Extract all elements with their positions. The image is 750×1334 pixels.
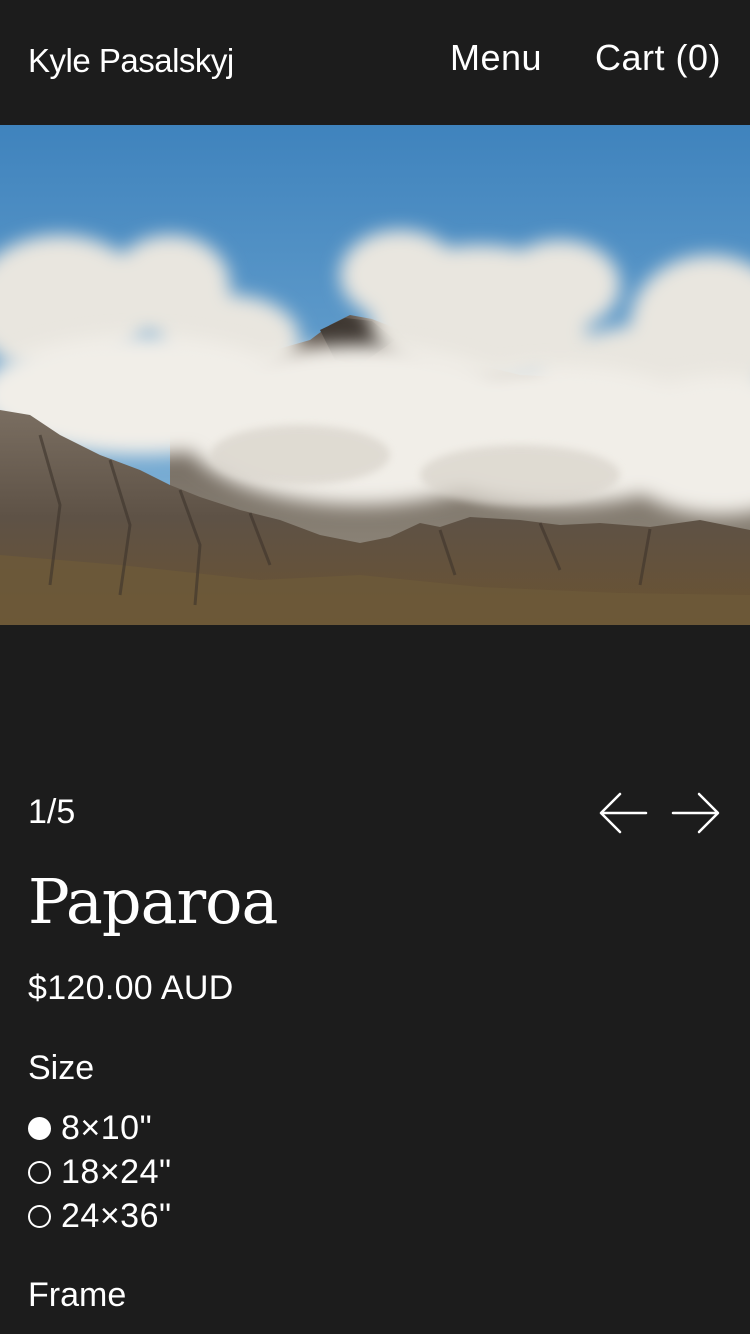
size-option-label: 18×24" xyxy=(61,1153,172,1191)
next-image-button[interactable] xyxy=(671,790,721,836)
previous-image-button[interactable] xyxy=(598,790,648,836)
product-title: Paparoa xyxy=(28,865,278,938)
product-photo xyxy=(0,125,750,625)
image-counter: 1/5 xyxy=(28,793,76,831)
product-price: $120.00 AUD xyxy=(28,969,234,1007)
size-option-label: 24×36" xyxy=(61,1197,172,1235)
frame-label: Frame xyxy=(28,1276,127,1314)
brand-name[interactable]: Kyle Pasalskyj xyxy=(28,40,234,82)
size-option-18x24[interactable]: 18×24" xyxy=(28,1150,172,1194)
radio-icon[interactable] xyxy=(28,1204,51,1228)
arrow-right-icon xyxy=(671,792,720,834)
cart-button[interactable]: Cart (0) xyxy=(595,36,721,80)
size-label: Size xyxy=(28,1049,95,1087)
size-options: 8×10" 18×24" 24×36" xyxy=(28,1106,172,1238)
site-header: Kyle Pasalskyj Menu Cart (0) xyxy=(0,0,750,125)
size-option-8x10[interactable]: 8×10" xyxy=(28,1106,172,1150)
mountain-image xyxy=(0,125,750,625)
size-option-24x36[interactable]: 24×36" xyxy=(28,1194,172,1238)
radio-selected-icon[interactable] xyxy=(28,1116,51,1140)
radio-icon[interactable] xyxy=(28,1160,51,1184)
arrow-left-icon xyxy=(599,792,648,834)
size-option-label: 8×10" xyxy=(61,1109,153,1147)
menu-button[interactable]: Menu xyxy=(450,36,542,80)
